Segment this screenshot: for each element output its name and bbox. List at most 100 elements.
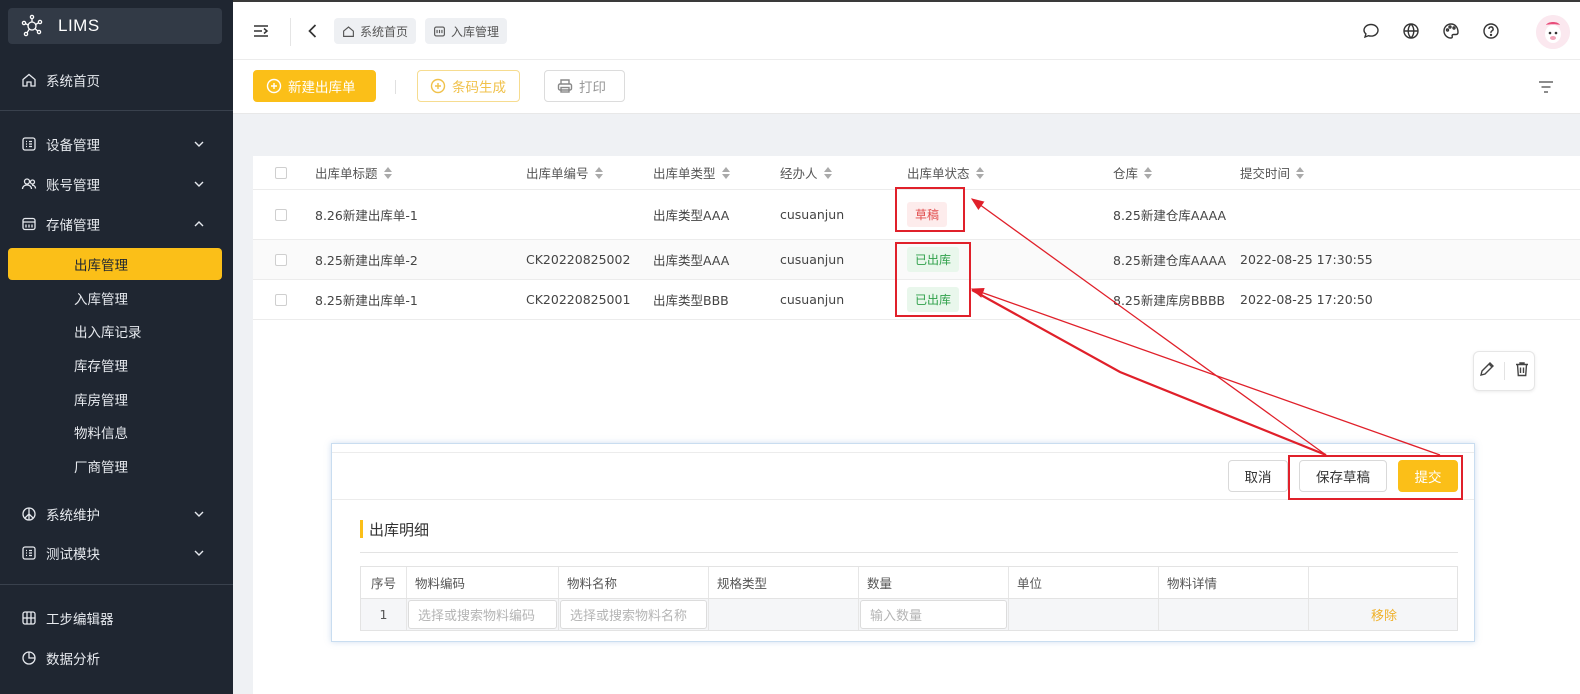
sidebar-item-vendors[interactable]: 厂商管理 [8, 450, 222, 482]
peace-icon [20, 505, 38, 523]
sort-icon[interactable] [975, 166, 984, 179]
annotation-box [1288, 455, 1463, 500]
detail-header-row: 序号 物料编码 物料名称 规格类型 数量 单位 物料详情 [361, 567, 1457, 598]
sidebar-item-label: 库存管理 [74, 359, 128, 375]
column-header[interactable]: 经办人 [780, 156, 832, 189]
home-icon [20, 71, 38, 89]
sidebar-item-label: 工步编辑器 [46, 612, 114, 628]
cell-warehouse: 8.25新建仓库AAAA [1113, 253, 1227, 268]
sort-icon[interactable] [823, 166, 832, 179]
action-toolbar: 新建出库单 条码生成 打印 [233, 60, 1580, 114]
collapse-menu-icon[interactable] [251, 21, 271, 41]
sort-icon[interactable] [1296, 166, 1305, 179]
spec-cell [709, 599, 859, 630]
sidebar-item-accounts[interactable]: 账号管理 [8, 168, 222, 200]
row-checkbox[interactable] [275, 280, 287, 319]
users-icon [20, 175, 38, 193]
help-icon[interactable] [1481, 21, 1501, 41]
divider [395, 80, 396, 94]
remove-link[interactable]: 移除 [1371, 605, 1397, 624]
material-name-input[interactable]: 选择或搜索物料名称 [560, 600, 707, 629]
row-checkbox[interactable] [275, 240, 287, 279]
globe-icon[interactable] [1401, 21, 1421, 41]
column-header[interactable]: 出库单状态 [907, 156, 984, 189]
sidebar-item-label: 物料信息 [74, 426, 128, 442]
plus-circle-icon [430, 78, 446, 94]
sidebar-item-inbound[interactable]: 入库管理 [8, 282, 222, 314]
row-checkbox[interactable] [275, 190, 287, 239]
pie-chart-icon [20, 649, 38, 667]
detail-table: 序号 物料编码 物料名称 规格类型 数量 单位 物料详情 1 选择或搜索物料编码… [360, 566, 1458, 631]
detail-row: 1 选择或搜索物料编码 选择或搜索物料名称 输入数量 移除 [361, 598, 1457, 630]
sort-icon[interactable] [721, 166, 730, 179]
sidebar-item-label: 账号管理 [46, 178, 100, 194]
sidebar: LIMS 系统首页 设备管理 账号管理 存储管理 出库管理 入库管理 出入库记录… [0, 0, 233, 694]
cell-warehouse: 8.25新建仓库AAAA [1113, 208, 1227, 223]
column-header: 数量 [859, 567, 1009, 598]
filter-icon[interactable] [1536, 77, 1556, 97]
section-title: 出库明细 [360, 520, 429, 539]
table-header-row: 出库单标题 出库单编号 出库单类型 经办人 出库单状态 仓库 提交时间 [253, 156, 1580, 190]
storage-icon [433, 24, 447, 38]
sidebar-item-records[interactable]: 出入库记录 [8, 315, 222, 347]
sidebar-item-home[interactable]: 系统首页 [8, 64, 222, 96]
sidebar-item-outbound[interactable]: 出库管理 [8, 248, 222, 280]
sort-icon[interactable] [383, 166, 392, 179]
sort-icon[interactable] [1144, 166, 1153, 179]
cell-type: 出库类型AAA [653, 208, 730, 223]
app-logo[interactable]: LIMS [8, 8, 222, 44]
cancel-button[interactable]: 取消 [1228, 460, 1288, 492]
sidebar-item-label: 入库管理 [74, 292, 128, 308]
sidebar-item-inventory[interactable]: 库存管理 [8, 349, 222, 381]
column-header[interactable]: 仓库 [1113, 156, 1153, 189]
sidebar-item-data-analysis[interactable]: 数据分析 [8, 642, 222, 674]
new-outbound-button[interactable]: 新建出库单 [253, 70, 376, 102]
column-header[interactable]: 出库单类型 [653, 156, 730, 189]
list-box-icon [20, 544, 38, 562]
select-all-checkbox[interactable] [275, 156, 287, 189]
edit-icon[interactable] [1478, 360, 1496, 382]
sidebar-item-devices[interactable]: 设备管理 [8, 128, 222, 160]
cell-code: CK20220825001 [526, 292, 631, 307]
sidebar-item-step-editor[interactable]: 工步编辑器 [8, 602, 222, 634]
breadcrumb-inbound[interactable]: 入库管理 [425, 18, 508, 44]
barcode-generate-button[interactable]: 条码生成 [417, 70, 520, 102]
sidebar-item-label: 数据分析 [46, 652, 100, 668]
sidebar-item-storage[interactable]: 存储管理 [8, 208, 222, 240]
column-header[interactable]: 提交时间 [1240, 156, 1305, 189]
sort-icon[interactable] [594, 166, 603, 179]
plus-circle-icon [266, 78, 282, 94]
material-code-input[interactable]: 选择或搜索物料编码 [408, 600, 557, 629]
column-header: 规格类型 [709, 567, 859, 598]
name-cell: 选择或搜索物料名称 [559, 599, 709, 630]
breadcrumb-home[interactable]: 系统首页 [334, 18, 417, 44]
avatar[interactable] [1536, 15, 1570, 49]
delete-icon[interactable] [1513, 360, 1531, 382]
row-index: 1 [361, 599, 407, 630]
column-header[interactable]: 出库单编号 [526, 156, 603, 189]
new-outbound-label: 新建出库单 [288, 80, 356, 96]
sidebar-item-maintenance[interactable]: 系统维护 [8, 498, 222, 530]
sidebar-item-materials[interactable]: 物料信息 [8, 416, 222, 448]
list-box-icon [20, 135, 38, 153]
printer-icon [557, 78, 573, 94]
chevron-down-icon [194, 511, 204, 517]
cell-title: 8.26新建出库单-1 [315, 208, 418, 223]
sidebar-divider [0, 110, 233, 111]
message-icon[interactable] [1361, 21, 1381, 41]
sidebar-item-warehouses[interactable]: 库房管理 [8, 383, 222, 415]
app-name: LIMS [58, 16, 100, 35]
home-icon [342, 24, 356, 38]
cell-handler: cusuanjun [780, 252, 845, 267]
divider [1503, 362, 1505, 380]
print-button[interactable]: 打印 [544, 70, 625, 102]
palette-icon[interactable] [1441, 21, 1461, 41]
column-header[interactable]: 出库单标题 [315, 156, 392, 189]
column-header: 物料详情 [1159, 567, 1309, 598]
sidebar-item-test-module[interactable]: 测试模块 [8, 537, 222, 569]
back-icon[interactable] [303, 21, 323, 41]
cell-warehouse: 8.25新建库房BBBB [1113, 293, 1226, 308]
quantity-input[interactable]: 输入数量 [860, 600, 1007, 629]
divider [360, 552, 1458, 553]
sidebar-item-label: 库房管理 [74, 393, 128, 409]
